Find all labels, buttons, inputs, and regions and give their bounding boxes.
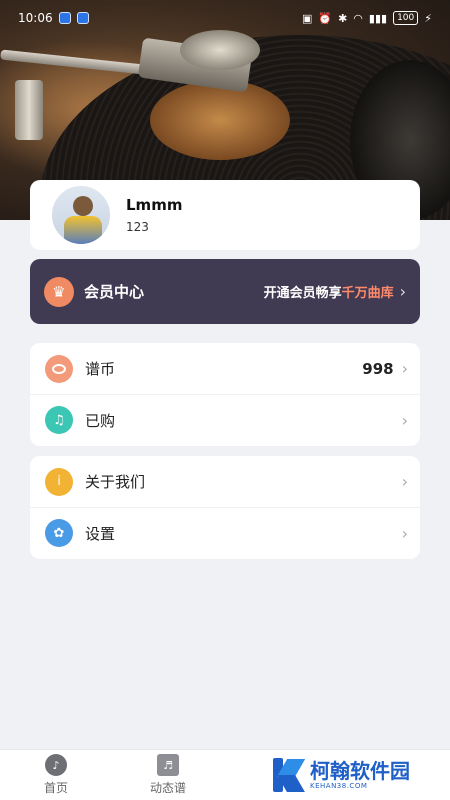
menu-group-wallet: 谱币 998 › ♫ 已购 › [30,343,420,446]
menu-item-purchased[interactable]: ♫ 已购 › [30,394,420,445]
sheet-music-icon: ♬ [157,754,179,776]
vip-promo-highlight: 千万曲库 [341,286,394,301]
menu-item-about[interactable]: i 关于我们 › [30,456,420,507]
watermark-text: 柯翰软件园 [310,759,410,783]
nav-tab-label: 动态谱 [149,781,186,795]
chevron-right-icon: › [401,359,408,378]
charging-icon: ⚡ [424,11,432,25]
menu-item-label: 关于我们 [85,473,146,491]
alarm-icon: ⏰ [318,11,333,25]
notification-icon [58,12,71,24]
vip-title: 会员中心 [84,283,145,301]
crown-icon: ♛ [44,276,74,307]
watermark-logo: 柯翰软件园 KEHAN38.COM [270,752,440,798]
nav-tab-home[interactable]: ♪ 首页 [0,750,112,800]
coin-balance: 998 [362,359,394,378]
user-id: 123 [126,220,149,234]
status-time: 10:06 [18,11,53,25]
notification-icon-2 [76,12,89,24]
profile-card[interactable]: Lmmm 123 [30,180,420,250]
chevron-right-icon: › [401,472,408,491]
nfc-icon: ▣ [301,11,313,25]
battery-icon: 100 [393,11,419,25]
menu-item-label: 设置 [85,524,116,543]
status-bar: 10:06 ▣ ⏰ ✱ ◠ ▮▮▮ 100 ⚡ [0,0,450,36]
bluetooth-icon: ✱ [338,11,348,25]
gear-icon: ✿ [45,519,73,547]
chevron-right-icon: › [399,282,406,301]
music-disc-icon: ♪ [45,754,67,776]
wifi-icon: ◠ [353,11,363,25]
vip-center-banner[interactable]: ♛ 会员中心 开通会员畅享千万曲库 › [30,259,420,324]
music-note-icon: ♫ [45,406,73,434]
menu-item-settings[interactable]: ✿ 设置 › [30,507,420,558]
chevron-right-icon: › [401,410,408,430]
watermark-url: KEHAN38.COM [310,782,368,790]
user-name: Lmmm [126,196,183,214]
vip-promo: 开通会员畅享千万曲库 [263,286,394,301]
nav-tab-label: 首页 [43,781,68,795]
menu-group-app: i 关于我们 › ✿ 设置 › [30,456,420,559]
signal-icon: ▮▮▮ [368,11,388,25]
menu-item-label: 已购 [85,411,116,430]
info-icon: i [45,467,73,496]
avatar[interactable] [50,184,112,246]
chevron-right-icon: › [401,523,408,543]
coin-icon [45,354,73,383]
menu-item-label: 谱币 [85,360,116,378]
brand-k-icon [270,755,306,795]
nav-tab-dynamic-sheet[interactable]: ♬ 动态谱 [112,750,224,800]
menu-item-coins[interactable]: 谱币 998 › [30,343,420,394]
